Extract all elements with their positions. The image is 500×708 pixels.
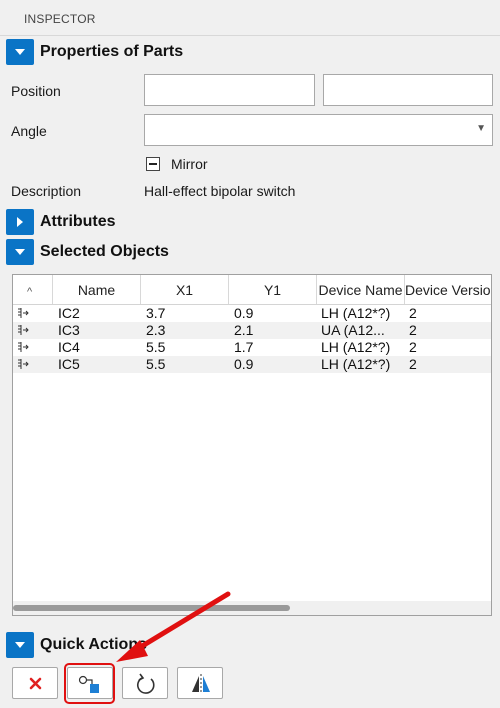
delete-button[interactable] xyxy=(12,667,58,699)
table-header: ^ Name X1 Y1 Device Name Device Version xyxy=(13,275,491,305)
mirror-label: Mirror xyxy=(171,156,208,172)
quick-actions-section-title: Quick Actions xyxy=(40,636,147,653)
cell-y1: 0.9 xyxy=(234,305,254,321)
collapse-toggle-icon[interactable] xyxy=(6,239,34,265)
cell-y1: 0.9 xyxy=(234,356,254,372)
inspector-titlebar: INSPECTOR xyxy=(0,0,500,36)
cell-device-version: 2 xyxy=(409,305,417,321)
mirror-checkbox[interactable] xyxy=(146,157,160,171)
cell-device-version: 2 xyxy=(409,322,417,338)
column-header-device-name[interactable]: Device Name xyxy=(317,275,405,304)
chevron-down-icon: ▼ xyxy=(476,123,486,134)
properties-section-header[interactable]: Properties of Parts xyxy=(0,38,500,66)
collapse-toggle-icon[interactable] xyxy=(6,39,34,65)
expand-toggle-icon[interactable] xyxy=(6,209,34,235)
rotate-icon xyxy=(136,673,155,694)
cell-device-name: LH (A12*?) xyxy=(321,339,391,355)
cell-name: IC3 xyxy=(58,322,80,338)
selected-objects-table[interactable]: ^ Name X1 Y1 Device Name Device Version … xyxy=(12,274,492,616)
angle-dropdown[interactable]: ▼ xyxy=(144,114,493,146)
cell-device-name: UA (A12... xyxy=(321,322,385,338)
cell-y1: 1.7 xyxy=(234,339,254,355)
panel-title: INSPECTOR xyxy=(24,12,96,26)
selected-objects-section-title: Selected Objects xyxy=(40,243,169,260)
description-value: Hall-effect bipolar switch xyxy=(144,183,296,199)
attributes-section-header[interactable]: Attributes xyxy=(0,208,500,236)
cell-device-name: LH (A12*?) xyxy=(321,356,391,372)
cell-name: IC2 xyxy=(58,305,80,321)
selected-objects-section-header[interactable]: Selected Objects xyxy=(0,238,500,266)
cell-device-version: 2 xyxy=(409,339,417,355)
rotate-button[interactable] xyxy=(122,667,168,699)
part-row-icon xyxy=(18,325,29,335)
delete-x-icon xyxy=(29,677,42,690)
horizontal-scrollbar[interactable] xyxy=(13,601,491,615)
position-label: Position xyxy=(11,83,61,99)
position-x-input[interactable] xyxy=(144,74,315,106)
part-row-icon xyxy=(18,308,29,318)
properties-section-title: Properties of Parts xyxy=(40,43,184,60)
cell-x1: 5.5 xyxy=(146,339,166,355)
column-header-y1[interactable]: Y1 xyxy=(229,275,317,304)
attributes-section-title: Attributes xyxy=(40,213,116,230)
cell-x1: 2.3 xyxy=(146,322,166,338)
sort-column-header[interactable]: ^ xyxy=(13,275,53,304)
column-header-x1[interactable]: X1 xyxy=(141,275,229,304)
scrollbar-thumb[interactable] xyxy=(13,605,291,611)
column-header-device-version[interactable]: Device Version xyxy=(405,275,491,304)
mirror-flip-icon xyxy=(192,674,210,694)
angle-label: Angle xyxy=(11,123,47,139)
table-row[interactable]: IC4 5.5 1.7 LH (A12*?) 2 xyxy=(13,339,491,356)
cell-name: IC5 xyxy=(58,356,80,372)
part-row-icon xyxy=(18,359,29,369)
cell-device-version: 2 xyxy=(409,356,417,372)
table-row[interactable]: IC2 3.7 0.9 LH (A12*?) 2 xyxy=(13,305,491,322)
highlight-box xyxy=(64,663,115,704)
position-y-input[interactable] xyxy=(323,74,493,106)
cell-device-name: LH (A12*?) xyxy=(321,305,391,321)
table-row[interactable]: IC5 5.5 0.9 LH (A12*?) 2 xyxy=(13,356,491,373)
cell-y1: 2.1 xyxy=(234,322,254,338)
sort-up-icon: ^ xyxy=(27,286,33,298)
mirror-button[interactable] xyxy=(177,667,223,699)
table-row[interactable]: IC3 2.3 2.1 UA (A12... 2 xyxy=(13,322,491,339)
cell-x1: 5.5 xyxy=(146,356,166,372)
cell-x1: 3.7 xyxy=(146,305,166,321)
quick-actions-section-header[interactable]: Quick Actions xyxy=(0,631,500,659)
description-label: Description xyxy=(11,183,82,199)
column-header-name[interactable]: Name xyxy=(53,275,141,304)
part-row-icon xyxy=(18,342,29,352)
cell-name: IC4 xyxy=(58,339,80,355)
collapse-toggle-icon[interactable] xyxy=(6,632,34,658)
